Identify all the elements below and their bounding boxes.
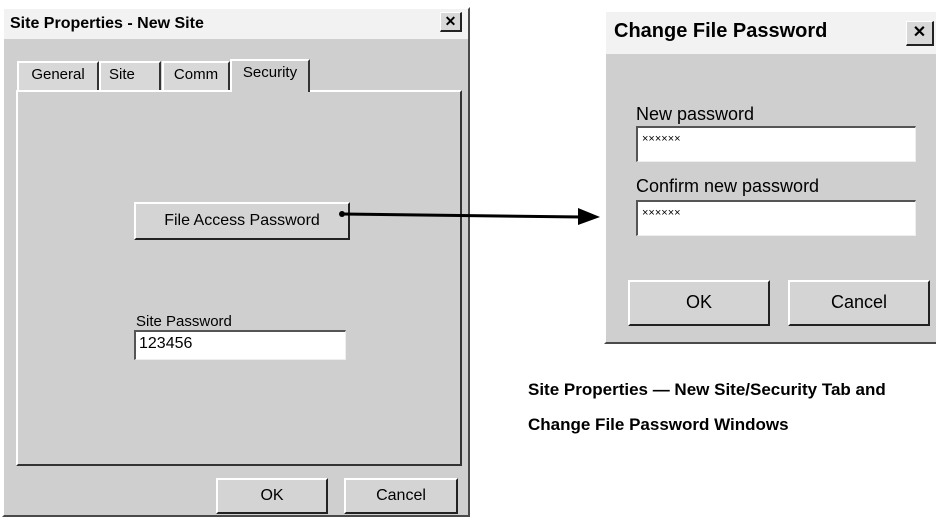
site-properties-title: Site Properties - New Site xyxy=(10,15,204,32)
new-password-input[interactable]: ×××××× xyxy=(636,126,916,162)
new-password-label: New password xyxy=(636,104,755,124)
connector-arrow-head xyxy=(578,208,600,225)
site-properties-cancel-label: Cancel xyxy=(376,487,426,504)
figure-caption-line-2: Change File Password Windows xyxy=(528,415,789,434)
security-tab-panel: File Access Password Site Password 12345… xyxy=(16,90,462,466)
change-password-ok-label: OK xyxy=(685,292,712,312)
tab-security[interactable]: Security xyxy=(230,59,310,92)
tab-comm-label: Comm xyxy=(173,66,219,83)
site-properties-window: Site Properties - New Site ✕ General Sit… xyxy=(2,7,470,517)
tab-general-label: General xyxy=(31,66,85,83)
site-password-input[interactable]: 123456 xyxy=(134,330,346,360)
change-password-titlebar: Change File Password ✕ xyxy=(606,12,936,54)
change-password-title: Change File Password xyxy=(614,20,828,42)
tab-security-label: Security xyxy=(242,64,298,81)
confirm-password-value: ×××××× xyxy=(642,207,681,219)
site-properties-ok-label: OK xyxy=(260,487,284,504)
tab-site[interactable]: Site xyxy=(99,61,161,90)
change-password-close-icon[interactable]: ✕ xyxy=(906,21,934,46)
change-password-cancel-label: Cancel xyxy=(830,292,888,312)
confirm-password-label: Confirm new password xyxy=(636,176,820,196)
file-access-password-label: File Access Password xyxy=(164,212,320,229)
tab-comm[interactable]: Comm xyxy=(162,61,230,90)
site-password-label: Site Password xyxy=(136,313,232,330)
file-access-password-button[interactable]: File Access Password xyxy=(134,202,350,240)
site-properties-titlebar: Site Properties - New Site ✕ xyxy=(4,9,468,39)
connector-arrow xyxy=(339,208,600,225)
confirm-password-input[interactable]: ×××××× xyxy=(636,200,916,236)
change-password-cancel-button[interactable]: Cancel xyxy=(788,280,930,326)
site-properties-cancel-button[interactable]: Cancel xyxy=(344,478,458,514)
change-password-ok-button[interactable]: OK xyxy=(628,280,770,326)
site-properties-ok-button[interactable]: OK xyxy=(216,478,328,514)
site-password-value: 123456 xyxy=(139,335,193,352)
new-password-value: ×××××× xyxy=(642,133,681,145)
connector-arrow-line xyxy=(341,212,583,219)
change-password-window: Change File Password ✕ New password ××××… xyxy=(604,10,936,344)
site-properties-close-icon[interactable]: ✕ xyxy=(440,12,462,32)
tab-general[interactable]: General xyxy=(17,61,99,90)
figure-caption-line-1: Site Properties — New Site/Security Tab … xyxy=(528,380,886,399)
tab-site-label: Site xyxy=(109,66,135,83)
